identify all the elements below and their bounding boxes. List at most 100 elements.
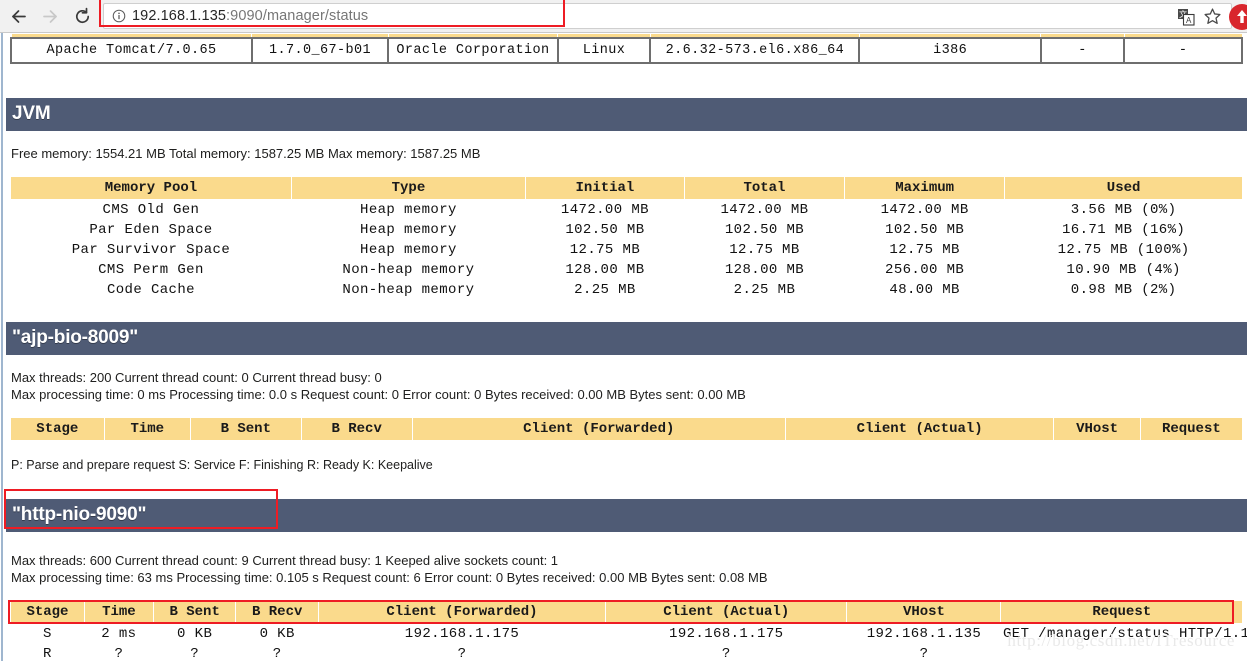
request-client-forwarded: ? <box>457 645 467 661</box>
info-circle-icon[interactable] <box>112 9 126 23</box>
table-header-row: Stage Time B Sent B Recv Client (Forward… <box>10 416 1244 441</box>
request-client-actual: 192.168.1.175 <box>669 625 784 642</box>
tomcat-status-page: Apache Tomcat/7.0.65 1.7.0_67-b01 Oracle… <box>4 33 1247 661</box>
memory-pool-total: 1472.00 MB <box>720 201 809 218</box>
memory-pool-used: 3.56 MB (0%) <box>1070 201 1177 218</box>
request-client-forwarded: 192.168.1.175 <box>404 625 520 642</box>
reload-button[interactable] <box>68 2 96 30</box>
column-header-request: Request <box>1139 416 1244 441</box>
jvm-version: 1.7.0_67-b01 <box>250 36 390 64</box>
memory-pool-initial: 12.75 MB <box>569 241 641 258</box>
memory-pool-initial: 2.25 MB <box>574 281 636 298</box>
toolbar-right-icons: 文 A <box>1173 0 1247 33</box>
memory-pool-initial: 128.00 MB <box>565 261 645 278</box>
request-stage: S <box>43 625 52 642</box>
memory-pool-maximum: 1472.00 MB <box>880 201 969 218</box>
request-bytes-sent: 0 KB <box>177 625 213 642</box>
http-processing-line: Max processing time: 63 ms Processing ti… <box>11 569 768 585</box>
bookmark-button[interactable] <box>1199 4 1225 30</box>
column-header-brecv: B Recv <box>235 599 319 624</box>
column-header-bsent: B Sent <box>189 416 302 441</box>
section-title-ajp-connector: "ajp-bio-8009" <box>12 326 139 348</box>
jvm-memory-summary: Free memory: 1554.21 MB Total memory: 15… <box>11 145 481 161</box>
memory-pool-total: 2.25 MB <box>733 281 796 298</box>
memory-pool-name: CMS Perm Gen <box>98 261 204 278</box>
column-header-stage: Stage <box>10 416 105 441</box>
memory-pool-maximum: 256.00 MB <box>885 261 965 278</box>
memory-pool-name: CMS Old Gen <box>102 201 200 218</box>
table-header-row: Stage Time B Sent B Recv Client (Forward… <box>10 599 1243 624</box>
memory-pool-type: Heap memory <box>360 221 457 238</box>
memory-pool-total: 12.75 MB <box>729 241 800 258</box>
section-title-http-connector: "http-nio-9090" <box>12 503 147 525</box>
omnibox-container: 192.168.1.135:9090/manager/status <box>99 0 1241 29</box>
request-vhost: ? <box>919 645 929 661</box>
request-bytes-recv: 0 KB <box>259 625 295 642</box>
url-host: 192.168.1.135 <box>132 8 227 24</box>
memory-pool-total: 128.00 MB <box>724 261 805 278</box>
memory-pool-used: 12.75 MB (100%) <box>1057 241 1190 258</box>
jvm-memory-pool-table: Memory Pool Type Initial Total Maximum U… <box>10 175 1243 300</box>
watermark-text: http://blog.csdn.net/ITresource <box>1007 631 1235 650</box>
memory-pool-type: Heap memory <box>360 241 457 258</box>
memory-pool-name: Par Survivor Space <box>71 241 231 258</box>
column-header-vhost: VHost <box>1053 416 1141 441</box>
os-architecture: i386 <box>858 36 1042 64</box>
translate-button[interactable]: 文 A <box>1173 4 1199 30</box>
address-bar[interactable]: 192.168.1.135:9090/manager/status <box>103 3 1232 29</box>
url-text: 192.168.1.135:9090/manager/status <box>132 8 368 24</box>
reload-icon <box>75 7 89 23</box>
request-stage: R <box>43 645 52 661</box>
column-header-bsent: B Sent <box>152 599 237 624</box>
table-row: Par Survivor Space Heap memory 12.75 MB … <box>11 240 1243 260</box>
column-header-memory-pool: Memory Pool <box>10 175 292 200</box>
memory-pool-type: Non-heap memory <box>342 281 475 298</box>
memory-pool-used: 0.98 MB (2%) <box>1070 281 1177 298</box>
jvm-vendor: Oracle Corporation <box>387 36 559 64</box>
column-header-used: Used <box>1004 175 1243 200</box>
memory-pool-name: Par Eden Space <box>89 221 213 238</box>
table-row: Apache Tomcat/7.0.65 1.7.0_67-b01 Oracle… <box>10 36 1243 64</box>
column-header-client-forwarded: Client (Forwarded) <box>411 416 786 441</box>
column-header-client-actual: Client (Actual) <box>604 599 848 624</box>
memory-pool-maximum: 48.00 MB <box>889 281 960 298</box>
hostname: - <box>1039 36 1126 64</box>
table-row: Code Cache Non-heap memory 2.25 MB 2.25 … <box>11 280 1243 300</box>
column-header-request: Request <box>1000 599 1243 624</box>
section-title-jvm: JVM <box>12 102 51 124</box>
memory-pool-initial: 102.50 MB <box>565 221 645 238</box>
section-header-jvm: JVM <box>6 97 1247 131</box>
column-header-client-actual: Client (Actual) <box>784 416 1055 441</box>
memory-pool-name: Code Cache <box>106 281 195 298</box>
column-header-maximum: Maximum <box>844 175 1006 200</box>
arrow-right-icon <box>42 9 57 23</box>
arrow-left-icon <box>11 9 26 23</box>
section-header-ajp-connector: "ajp-bio-8009" <box>6 321 1247 355</box>
table-header-row: Memory Pool Type Initial Total Maximum U… <box>10 175 1243 200</box>
table-row: CMS Perm Gen Non-heap memory 128.00 MB 1… <box>11 260 1243 280</box>
extension-red-icon <box>1229 3 1247 30</box>
http-threads-line: Max threads: 600 Current thread count: 9… <box>11 552 559 568</box>
server-info-table: Apache Tomcat/7.0.65 1.7.0_67-b01 Oracle… <box>10 33 1243 64</box>
os-name: Linux <box>556 36 652 64</box>
svg-text:A: A <box>1186 16 1192 25</box>
request-bytes-recv: ? <box>272 645 282 661</box>
request-client-actual: ? <box>721 645 731 661</box>
memory-pool-initial: 1472.00 MB <box>560 201 649 218</box>
column-header-client-forwarded: Client (Forwarded) <box>317 599 607 624</box>
column-header-initial: Initial <box>524 175 685 200</box>
column-header-time: Time <box>83 599 154 624</box>
ajp-stage-legend: P: Parse and prepare request S: Service … <box>11 457 433 472</box>
back-button[interactable] <box>4 2 32 30</box>
forward-button[interactable] <box>36 2 64 30</box>
extension-button[interactable] <box>1227 2 1247 32</box>
star-icon <box>1203 8 1221 24</box>
translate-icon: 文 A <box>1178 8 1195 26</box>
column-header-time: Time <box>103 416 191 441</box>
request-time: 2 ms <box>101 625 137 642</box>
column-header-type: Type <box>290 175 526 200</box>
memory-pool-used: 10.90 MB (4%) <box>1066 261 1181 278</box>
column-header-vhost: VHost <box>846 599 1002 624</box>
memory-pool-maximum: 12.75 MB <box>889 241 960 258</box>
column-header-total: Total <box>683 175 846 200</box>
